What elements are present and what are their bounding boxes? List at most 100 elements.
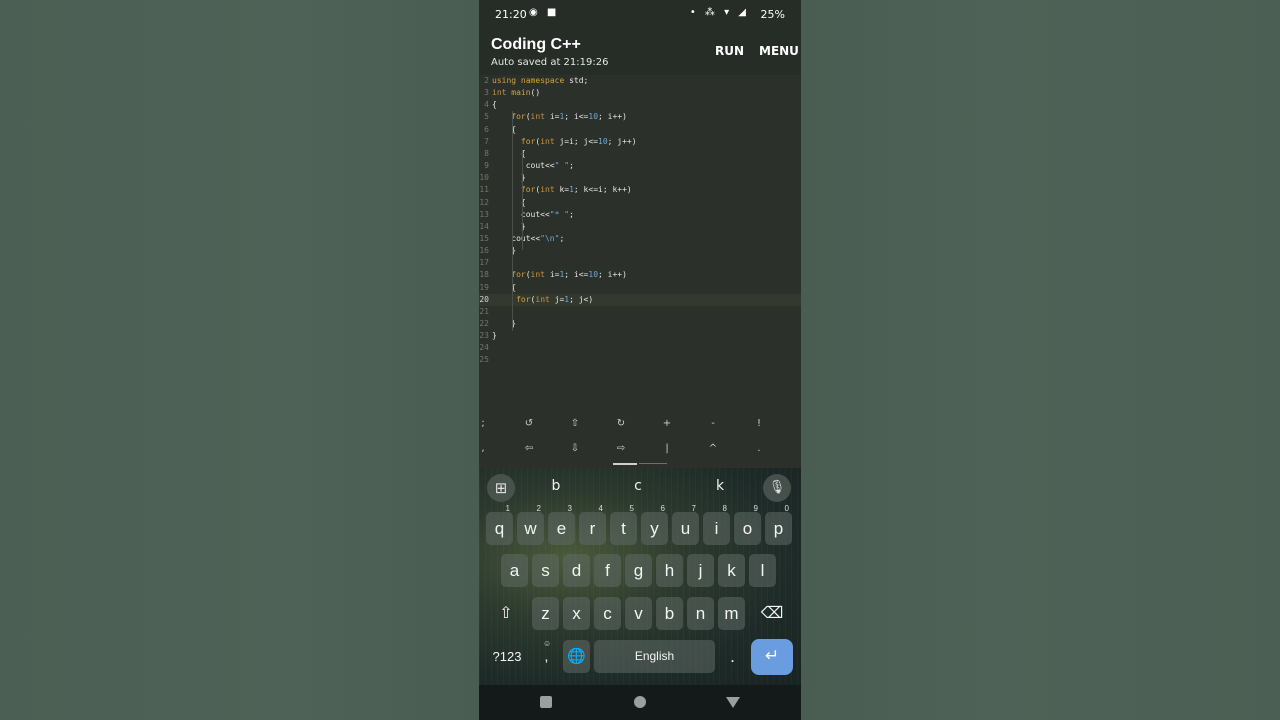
extra-key[interactable]: - [693,418,733,429]
code-line[interactable]: 7 for(int j=i; j<=10; j++) [479,136,801,148]
key-s[interactable]: s [532,554,559,587]
code-line[interactable]: 4{ [479,99,801,111]
code-line[interactable]: 6 { [479,124,801,136]
extra-key[interactable]: ⇧ [555,418,595,429]
code-line[interactable]: 9 cout<<" "; [479,160,801,172]
status-bar: 21:20 ◉ ■ • ⁂ ▾ ◢ 25% [479,0,801,30]
enter-key[interactable]: ↵ [751,639,793,675]
code-line[interactable]: 2 using namespace std; [479,75,801,87]
battery-percentage: 25% [760,8,785,21]
extra-key[interactable]: , [479,443,503,454]
code-line[interactable]: 21 [479,306,801,318]
key-o[interactable]: 9o [734,504,761,545]
key-hint: 6 [660,504,665,513]
extra-key[interactable]: ↻ [601,418,641,429]
key-m[interactable]: m [718,597,745,630]
key-x[interactable]: x [563,597,590,630]
key-label: q [494,519,505,538]
code-line[interactable]: 22 } [479,318,801,330]
extra-key[interactable]: ↺ [509,418,549,429]
extra-key[interactable]: | [647,443,687,454]
key-label: i [714,519,719,538]
run-button[interactable]: RUN [715,44,744,58]
microphone-icon[interactable]: 🎙 [763,474,791,502]
backspace-key[interactable]: ⌫ [755,597,789,630]
home-circle-icon[interactable] [634,696,646,708]
key-c[interactable]: c [594,597,621,630]
key-k[interactable]: k [718,554,745,587]
key-i[interactable]: 8i [703,504,730,545]
key-v[interactable]: v [625,597,652,630]
notification-icons: ◉ ■ [529,7,560,18]
code-line[interactable]: 3 int main() [479,87,801,99]
code-line[interactable]: 17 [479,257,801,269]
key-z[interactable]: z [532,597,559,630]
key-j[interactable]: j [687,554,714,587]
code-line[interactable]: 18 for(int i=1; i<=10; i++) [479,269,801,281]
extra-key[interactable]: ⇦ [509,443,549,454]
background-right [801,0,1280,720]
code-line[interactable]: 10 } [479,172,801,184]
line-number: 5 [484,112,489,122]
shift-key[interactable]: ⇧ [489,597,523,630]
key-p[interactable]: 0p [765,504,792,545]
key-label: e [556,519,567,538]
extra-key[interactable]: ; [479,418,503,429]
key-f[interactable]: f [594,554,621,587]
apps-grid-icon[interactable]: ⊞ [487,474,515,502]
extra-key[interactable]: ⇨ [601,443,641,454]
key-y[interactable]: 6y [641,504,668,545]
soft-keyboard: ⊞ b c k 🎙 ⇧ ⌫ ?123 ☺ , 🌐 English . ↵ 1q2… [479,468,801,685]
code-line[interactable]: 23} [479,330,801,342]
key-label: p [773,519,784,538]
extra-key[interactable]: ! [739,418,779,429]
key-h[interactable]: h [656,554,683,587]
code-line[interactable]: 5 for(int i=1; i<=10; i++) [479,111,801,123]
code-line[interactable]: 11 for(int k=1; k<=i; k++) [479,184,801,196]
suggestion-3[interactable]: k [700,478,740,494]
extra-key[interactable]: + [647,418,687,429]
code-line[interactable]: 19 { [479,282,801,294]
line-code: cout<<" "; [492,161,574,171]
code-line[interactable]: 24 [479,342,801,354]
code-line[interactable]: 16 } [479,245,801,257]
code-line[interactable]: 15 cout<<"\n"; [479,233,801,245]
globe-icon[interactable]: 🌐 [563,640,590,673]
extra-key[interactable]: . [739,443,779,454]
key-g[interactable]: g [625,554,652,587]
suggestion-2[interactable]: c [618,478,658,494]
line-number: 8 [484,148,489,158]
code-line[interactable]: 25 [479,354,801,366]
suggestion-1[interactable]: b [536,478,576,494]
recents-triangle-icon[interactable] [726,697,740,708]
symbols-key[interactable]: ?123 [487,640,527,673]
key-label: y [650,519,659,538]
code-editor[interactable]: 2 using namespace std; 3 int main() 4{5 for(… [479,75,801,408]
code-line[interactable]: 8 { [479,148,801,160]
key-n[interactable]: n [687,597,714,630]
key-r[interactable]: 4r [579,504,606,545]
back-square-icon[interactable] [540,696,552,708]
key-u[interactable]: 7u [672,504,699,545]
key-w[interactable]: 2w [517,504,544,545]
key-l[interactable]: l [749,554,776,587]
key-e[interactable]: 3e [548,504,575,545]
space-key[interactable]: English [594,640,715,673]
menu-button[interactable]: MENU [759,44,799,58]
extra-keys-bar: ; ↺ ⇧ ↻ + -!, ⇦ ⇩ ⇨ | ^. [479,408,801,468]
line-code: cout<<"* "; [492,209,574,219]
code-line[interactable]: 13 cout<<"* "; [479,209,801,221]
key-q[interactable]: 1q [486,504,513,545]
period-key[interactable]: . [719,640,746,673]
key-t[interactable]: 5t [610,504,637,545]
comma-key[interactable]: ☺ , [533,639,560,673]
key-hint: 1 [505,504,510,513]
code-line[interactable]: 20 for(int j=1; j<) [479,293,801,306]
key-a[interactable]: a [501,554,528,587]
code-line[interactable]: 14 } [479,221,801,233]
key-b[interactable]: b [656,597,683,630]
extra-key[interactable]: ^ [693,443,733,454]
code-line[interactable]: 12 { [479,197,801,209]
extra-key[interactable]: ⇩ [555,443,595,454]
key-d[interactable]: d [563,554,590,587]
